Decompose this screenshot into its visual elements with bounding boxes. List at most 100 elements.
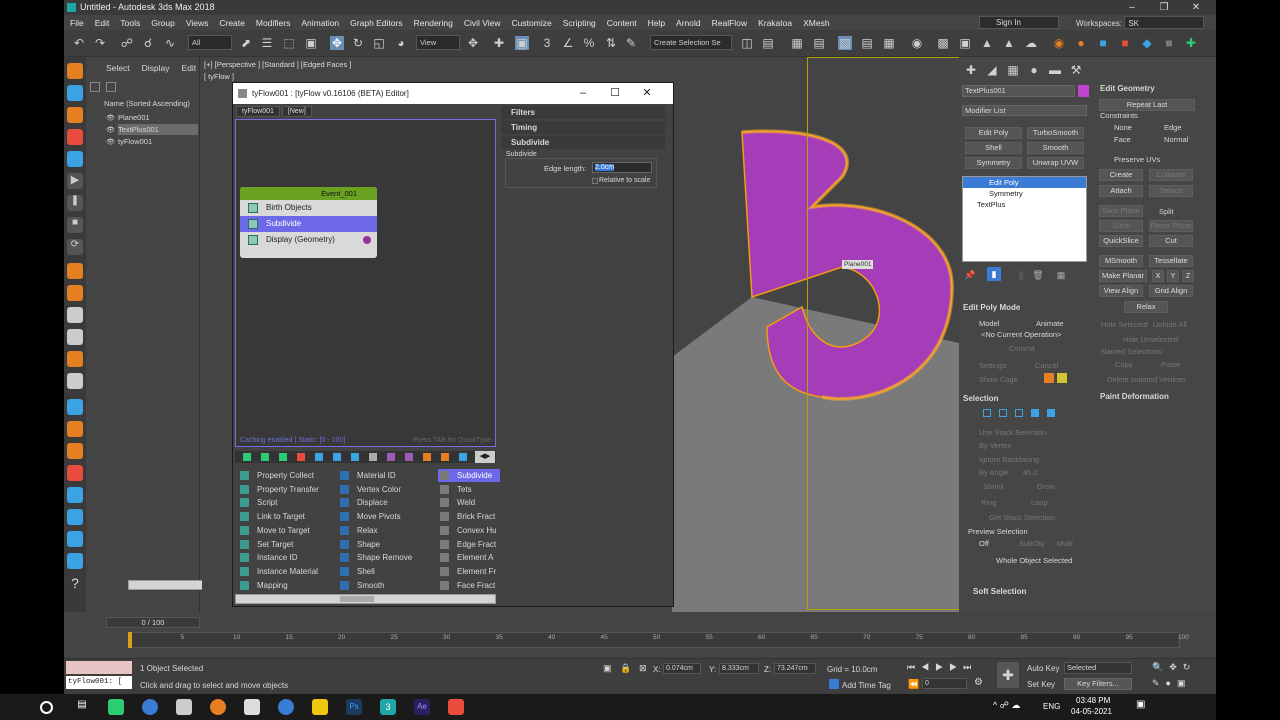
get-stack-selection-button[interactable]: Get Stack Selection	[989, 513, 1055, 522]
utilities-tab-icon[interactable]: ⚒	[1069, 63, 1083, 77]
tyflow-close-button[interactable]: ✕	[631, 83, 663, 104]
quickslice-button[interactable]: QuickSlice	[1099, 235, 1143, 247]
light-icon[interactable]	[67, 531, 83, 547]
menu-civil-view[interactable]: Civil View	[464, 18, 501, 28]
selection-header[interactable]: Selection	[963, 394, 999, 403]
stop-icon[interactable]: ■	[67, 217, 83, 233]
system-tray-icons[interactable]: ^ ☍ ☁	[993, 700, 1020, 711]
rollout-filters[interactable]: Filters	[501, 106, 665, 119]
column-header[interactable]: Name (Sorted Ascending)	[104, 98, 190, 109]
copy-button[interactable]: Copy	[1115, 360, 1133, 369]
pause-icon[interactable]: ❚	[67, 195, 83, 211]
absolute-mode-icon[interactable]: ⊠	[639, 663, 647, 674]
render-cloud-icon[interactable]: ☁	[1024, 36, 1038, 50]
select-object-icon[interactable]: ⬈	[239, 36, 253, 50]
edit-poly-button[interactable]: Edit Poly	[965, 127, 1022, 139]
keyboard-override-icon[interactable]: ▣	[515, 36, 529, 50]
edit-named-sets-icon[interactable]: ✎	[624, 36, 638, 50]
align-icon[interactable]: ▤	[761, 36, 775, 50]
record-icon[interactable]	[67, 465, 83, 481]
menu-file[interactable]: File	[70, 18, 84, 28]
hierarchy-tab-icon[interactable]: ▦	[1006, 63, 1020, 77]
percent-snap-icon[interactable]: %	[582, 36, 596, 50]
paste-button[interactable]: Paste	[1161, 360, 1180, 369]
operator-subdivide[interactable]: Subdivide	[240, 216, 377, 232]
operator-palette-item[interactable]: Brick Fract	[438, 510, 500, 523]
event-node[interactable]: Event_001 Birth Objects Subdivide Displa…	[240, 187, 377, 258]
minimize-button[interactable]: –	[1116, 0, 1148, 15]
category-icon[interactable]	[441, 453, 449, 461]
add-time-tag[interactable]: Add Time Tag	[842, 681, 891, 690]
app-tool-icon[interactable]	[176, 699, 192, 715]
material-editor-icon[interactable]: ◉	[910, 36, 924, 50]
smooth-button[interactable]: Smooth	[1027, 142, 1084, 154]
list-item[interactable]: Plane001	[118, 112, 198, 123]
unlink-icon[interactable]: ☌	[141, 36, 155, 50]
unwrap-uvw-button[interactable]: Unwrap UVW	[1027, 157, 1084, 169]
named-selection-dropdown[interactable]: Create Selection Se	[650, 35, 732, 50]
emitter-icon[interactable]	[67, 263, 83, 279]
detach-button[interactable]: Detach	[1149, 185, 1193, 197]
slice-button[interactable]: Slice	[1099, 220, 1143, 232]
planar-x-button[interactable]: X	[1152, 270, 1164, 282]
menu-realflow[interactable]: RealFlow	[712, 18, 747, 28]
vertex-mode-icon[interactable]	[983, 409, 991, 417]
helper-icon[interactable]	[67, 151, 83, 167]
show-cage-checkbox[interactable]: Show Cage	[979, 375, 1018, 384]
split-checkbox[interactable]: Split	[1159, 207, 1174, 216]
lock-selection-icon[interactable]: 🔒	[620, 663, 631, 674]
time-config-icon[interactable]: ⚙	[974, 677, 983, 688]
rollout-timing[interactable]: Timing	[501, 121, 665, 134]
border-mode-icon[interactable]	[1015, 409, 1023, 417]
selection-filter-dropdown[interactable]: All	[188, 35, 232, 50]
realflow-icon[interactable]: ●	[1074, 36, 1088, 50]
view-align-button[interactable]: View Align	[1099, 285, 1143, 297]
scrollbar-thumb[interactable]	[340, 596, 374, 602]
maxscript-input[interactable]: tyFlow001: [	[66, 676, 132, 689]
rendered-frame-icon[interactable]: ▣	[958, 36, 972, 50]
tab-select[interactable]: Select	[106, 63, 130, 73]
fire-icon[interactable]	[67, 107, 83, 123]
eye-icon[interactable]: 👁	[106, 138, 115, 146]
shell-button[interactable]: Shell	[965, 142, 1022, 154]
redo-icon[interactable]: ↷	[93, 36, 107, 50]
reference-coord-dropdown[interactable]: View	[416, 35, 460, 50]
cube-icon[interactable]	[67, 553, 83, 569]
menu-arnold[interactable]: Arnold	[676, 18, 701, 28]
display-color-swatch[interactable]	[363, 236, 371, 244]
hide-unselected-button[interactable]: Hide Unselected	[1123, 335, 1178, 344]
clock-date[interactable]: 04-05-2021	[1071, 707, 1112, 716]
relax-button[interactable]: Relax	[1124, 301, 1168, 313]
edit-poly-mode-header[interactable]: Edit Poly Mode	[963, 303, 1020, 312]
cage-color-swatch[interactable]	[1044, 373, 1054, 383]
operator-palette-item[interactable]: Element Fr	[438, 565, 500, 578]
remove-modifier-icon[interactable]: 🗑	[1031, 268, 1045, 282]
delete-isolated-checkbox[interactable]: Delete Isolated Vertices	[1107, 375, 1186, 384]
eye-icon[interactable]: 👁	[106, 126, 115, 134]
x-coordinate[interactable]: 0.074cm	[663, 663, 701, 674]
eye-icon[interactable]: 👁	[106, 114, 115, 122]
particle-icon[interactable]	[67, 85, 83, 101]
collapse-button[interactable]: Collapse	[1149, 169, 1193, 181]
app-blender-icon[interactable]	[210, 699, 226, 715]
menu-graph-editors[interactable]: Graph Editors	[350, 18, 402, 28]
app-gear-icon[interactable]	[244, 699, 260, 715]
soft-selection-header[interactable]: Soft Selection	[973, 587, 1026, 596]
animate-radio[interactable]: Animate	[1036, 319, 1064, 328]
loop-button[interactable]: Loop	[1031, 498, 1048, 507]
by-angle-value[interactable]: 45.0	[1023, 468, 1038, 477]
symmetry-button[interactable]: Symmetry	[965, 157, 1022, 169]
layer-explorer-icon[interactable]: ▤	[812, 36, 826, 50]
display-tab-icon[interactable]: ▬	[1048, 63, 1062, 77]
operator-palette-item[interactable]: Edge Fract	[438, 538, 500, 551]
grid-align-button[interactable]: Grid Align	[1149, 285, 1193, 297]
category-icon[interactable]	[243, 453, 251, 461]
time-slider[interactable]: 0 / 100	[106, 617, 200, 628]
grow-button[interactable]: Grow	[1037, 482, 1055, 491]
operator-palette-item[interactable]: Shell	[338, 565, 433, 578]
tessellate-button[interactable]: Tessellate	[1149, 255, 1193, 267]
render-setup-icon[interactable]: ▩	[936, 36, 950, 50]
operator-palette-item[interactable]: Move to Target	[238, 524, 333, 537]
gear-icon[interactable]	[67, 373, 83, 389]
search-icon[interactable]	[40, 701, 53, 714]
